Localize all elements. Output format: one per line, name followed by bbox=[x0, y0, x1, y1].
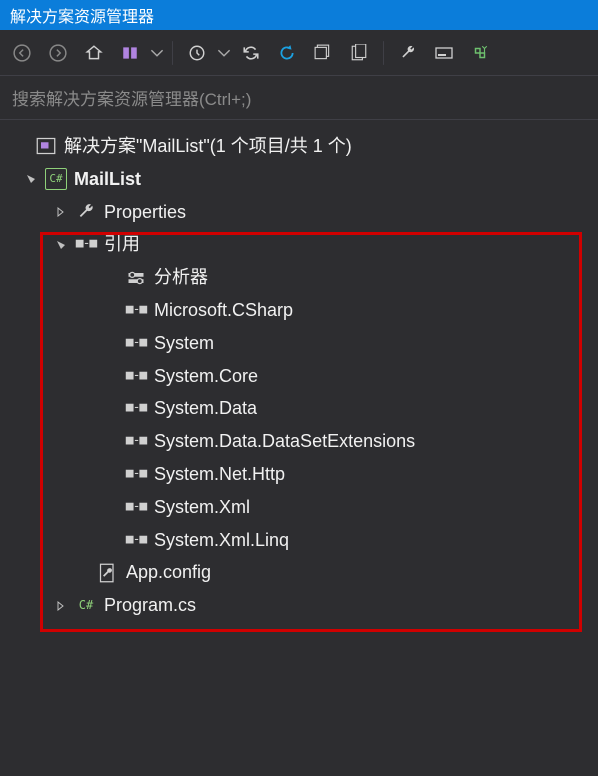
reference-item[interactable]: ■-■ System.Net.Http bbox=[6, 458, 592, 491]
reference-label: Microsoft.CSharp bbox=[154, 296, 293, 325]
properties-node[interactable]: Properties bbox=[6, 196, 592, 229]
home-button[interactable] bbox=[78, 37, 110, 69]
back-button[interactable] bbox=[6, 37, 38, 69]
sync-button[interactable] bbox=[235, 37, 267, 69]
appconfig-label: App.config bbox=[126, 558, 211, 587]
show-all-files-button[interactable] bbox=[343, 37, 375, 69]
reference-label: System.Net.Http bbox=[154, 460, 285, 489]
reference-icon: ■-■ bbox=[126, 300, 146, 320]
analyzers-node[interactable]: 分析器 bbox=[6, 261, 592, 294]
properties-label: Properties bbox=[104, 198, 186, 227]
references-node[interactable]: ■-■ 引用 bbox=[6, 228, 592, 261]
search-placeholder: 搜索解决方案资源管理器(Ctrl+;) bbox=[12, 85, 251, 110]
collapse-all-button[interactable] bbox=[307, 37, 339, 69]
properties-button[interactable] bbox=[392, 37, 424, 69]
reference-label: System.Data bbox=[154, 394, 257, 423]
analyzers-label: 分析器 bbox=[154, 263, 208, 292]
toolbar bbox=[0, 30, 598, 76]
history-dropdown[interactable] bbox=[217, 37, 231, 69]
history-button[interactable] bbox=[181, 37, 213, 69]
project-label: MailList bbox=[74, 165, 141, 194]
reference-icon: ■-■ bbox=[126, 366, 146, 386]
reference-label: System.Core bbox=[154, 362, 258, 391]
appconfig-node[interactable]: App.config bbox=[6, 556, 592, 589]
reference-icon: ■-■ bbox=[126, 497, 146, 517]
solution-tree[interactable]: 解决方案"MailList"(1 个项目/共 1 个) C# MailList … bbox=[0, 120, 598, 632]
chevron-down-icon[interactable] bbox=[54, 238, 68, 252]
reference-item[interactable]: ■-■ System.Core bbox=[6, 360, 592, 393]
reference-icon: ■-■ bbox=[126, 432, 146, 452]
switch-view-button[interactable] bbox=[114, 37, 146, 69]
project-node[interactable]: C# MailList bbox=[6, 163, 592, 196]
chevron-right-icon[interactable] bbox=[54, 205, 68, 219]
chevron-right-icon[interactable] bbox=[54, 599, 68, 613]
reference-item[interactable]: ■-■ System.Data bbox=[6, 392, 592, 425]
reference-label: System.Data.DataSetExtensions bbox=[154, 427, 415, 456]
reference-item[interactable]: ■-■ System.Xml.Linq bbox=[6, 524, 592, 557]
reference-icon: ■-■ bbox=[126, 333, 146, 353]
separator bbox=[383, 41, 384, 65]
program-label: Program.cs bbox=[104, 591, 196, 620]
analyzers-icon bbox=[126, 268, 146, 288]
program-node[interactable]: C# Program.cs bbox=[6, 589, 592, 622]
reference-label: System bbox=[154, 329, 214, 358]
reference-item[interactable]: ■-■ Microsoft.CSharp bbox=[6, 294, 592, 327]
separator bbox=[172, 41, 173, 65]
switch-view-dropdown[interactable] bbox=[150, 37, 164, 69]
solution-node[interactable]: 解决方案"MailList"(1 个项目/共 1 个) bbox=[6, 130, 592, 163]
preview-button[interactable] bbox=[428, 37, 460, 69]
reference-label: System.Xml bbox=[154, 493, 250, 522]
reference-item[interactable]: ■-■ System bbox=[6, 327, 592, 360]
reference-label: System.Xml.Linq bbox=[154, 526, 289, 555]
reference-icon: ■-■ bbox=[126, 399, 146, 419]
csharp-file-icon: C# bbox=[76, 596, 96, 616]
csharp-project-icon: C# bbox=[46, 169, 66, 189]
references-icon: ■-■ bbox=[76, 235, 96, 255]
references-label: 引用 bbox=[104, 230, 140, 259]
panel-title: 解决方案资源管理器 bbox=[10, 3, 154, 27]
panel-titlebar: 解决方案资源管理器 bbox=[0, 0, 598, 30]
forward-button[interactable] bbox=[42, 37, 74, 69]
reference-item[interactable]: ■-■ System.Data.DataSetExtensions bbox=[6, 425, 592, 458]
reference-item[interactable]: ■-■ System.Xml bbox=[6, 491, 592, 524]
config-icon bbox=[98, 563, 118, 583]
reference-icon: ■-■ bbox=[126, 464, 146, 484]
search-input[interactable]: 搜索解决方案资源管理器(Ctrl+;) bbox=[0, 76, 598, 120]
reference-icon: ■-■ bbox=[126, 530, 146, 550]
wrench-icon bbox=[76, 202, 96, 222]
refresh-button[interactable] bbox=[271, 37, 303, 69]
solution-label: 解决方案"MailList"(1 个项目/共 1 个) bbox=[64, 132, 352, 161]
solution-icon bbox=[36, 136, 56, 156]
chevron-down-icon[interactable] bbox=[24, 172, 38, 186]
pending-changes-button[interactable] bbox=[464, 37, 496, 69]
